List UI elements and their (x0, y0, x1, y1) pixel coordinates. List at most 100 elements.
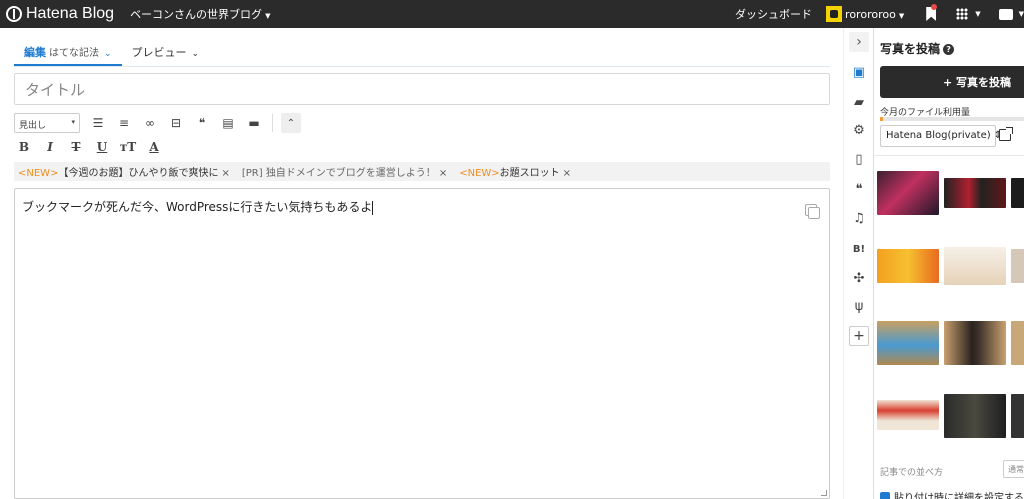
caret-down-icon: ▼ (1018, 10, 1024, 18)
post-photo-button[interactable]: + 写真を投稿 (880, 66, 1024, 98)
hatena-blog-logo[interactable]: Hatena Blog (6, 5, 114, 23)
caret-down-icon: ▼ (265, 12, 271, 20)
pinwheel-icon[interactable]: ✣ (849, 268, 869, 288)
photo-thumbnail[interactable] (1011, 178, 1024, 208)
sort-button[interactable]: 通常 (1003, 460, 1024, 478)
username-menu[interactable]: rorororoo ▼ (845, 8, 904, 21)
hatena-logo-icon (6, 6, 22, 22)
notice-tag: [PR] (241, 168, 263, 179)
photo-thumbnail[interactable] (877, 171, 939, 215)
collapse-toolbar-button[interactable]: ⌃ (281, 113, 301, 133)
photo-thumbnail[interactable] (1011, 249, 1024, 283)
panel-title-text: 写真を投稿 (880, 42, 941, 56)
notification-icon[interactable] (998, 8, 1013, 20)
blog-name-label: ベーコンさんの世界ブログ (130, 8, 263, 21)
close-icon[interactable]: × (439, 168, 447, 179)
notice-item[interactable]: <NEW>お題スロット × (459, 164, 571, 179)
body-textarea[interactable]: ブックマークが死んだ今、WordPressに行きたい気持ちもあるよ (14, 188, 830, 499)
toolbar-divider (272, 114, 273, 132)
photo-thumbnail[interactable] (944, 178, 1006, 208)
tab-underline (14, 66, 830, 67)
font-color-icon[interactable]: A (144, 138, 164, 156)
text-cursor (372, 200, 374, 215)
tab-edit-label: 編集 (24, 46, 46, 59)
blog-name-menu[interactable]: ベーコンさんの世界ブログ ▼ (130, 6, 270, 22)
photo-icon[interactable]: ▣ (849, 62, 869, 82)
detail-checkbox-row[interactable]: 貼り付け時に詳細を設定する (880, 489, 1024, 499)
tab-edit[interactable]: 編集 はてな記法 ⌄ (14, 36, 122, 66)
document-icon[interactable]: ▯ (849, 149, 869, 169)
heading-select[interactable]: 見出し (14, 113, 80, 133)
photo-thumbnail[interactable] (1011, 321, 1024, 365)
photo-panel: 写真を投稿? + 写真を投稿 今月のファイル利用量 Hatena Blog(pr… (873, 28, 1024, 499)
avatar[interactable] (826, 6, 843, 22)
photo-thumbnail[interactable] (1011, 394, 1024, 438)
apps-grid-icon[interactable] (956, 8, 969, 20)
close-icon[interactable]: × (563, 168, 571, 179)
notice-item[interactable]: <NEW>【今週のお題】ひんやり飯で爽快に × (18, 164, 230, 179)
hatena-bookmark-icon[interactable]: B! (849, 239, 869, 259)
plus-icon[interactable]: + (849, 326, 869, 346)
strikethrough-icon[interactable]: T (66, 138, 86, 156)
external-link-icon[interactable] (999, 127, 1013, 141)
photo-thumbnail[interactable] (877, 400, 939, 430)
folder-icon[interactable]: ▰ (849, 92, 869, 112)
notice-bar: <NEW>【今週のお題】ひんやり飯で爽快に × [PR] 独自ドメインでブログを運… (14, 162, 830, 181)
italic-icon[interactable]: I (40, 138, 60, 156)
more-icon[interactable]: ▬ (244, 114, 264, 132)
usage-fill (880, 117, 883, 121)
body-text: ブックマークが死んだ今、WordPressに行きたい気持ちもあるよ (22, 200, 373, 214)
photo-thumbnail[interactable] (944, 247, 1006, 285)
collapse-chevron-icon[interactable]: › (849, 32, 869, 52)
dashboard-link[interactable]: ダッシュボード (735, 6, 812, 22)
cutlery-icon[interactable]: ψ (849, 296, 869, 316)
photo-thumbnail[interactable] (944, 321, 1006, 365)
tab-preview-label: プレビュー (131, 46, 187, 59)
caret-down-icon: ▼ (975, 10, 981, 18)
notice-item[interactable]: [PR] 独自ドメインでブログを運営しよう！ × (242, 164, 447, 179)
blog-select[interactable]: Hatena Blog(private) ⇕ (880, 125, 1002, 147)
notice-text: お題スロット (499, 168, 560, 179)
quote-icon[interactable]: ❝ (849, 179, 869, 199)
twitter-icon[interactable]: ♫ (849, 208, 869, 228)
photo-thumbnail[interactable] (877, 249, 939, 283)
editor-area: 編集はてな記法 ⌄ プレビュー ⌄ タイトル 見出し ☰ ≡ ∞ ⊟ ❝ ▤ ▬ ⌃… (0, 28, 843, 499)
notice-text: 独自ドメインでブログを運営しよう！ (265, 168, 436, 179)
text-style-toolbar: B I T U тT A (14, 136, 170, 158)
bullet-list-icon[interactable]: ☰ (88, 114, 108, 132)
title-input[interactable]: タイトル (14, 73, 830, 105)
chevron-down-icon: ⌄ (104, 49, 112, 59)
numbered-list-icon[interactable]: ≡ (114, 114, 134, 132)
copy-icon[interactable] (805, 204, 820, 219)
quote-icon[interactable]: ❝ (192, 114, 212, 132)
checkbox[interactable] (880, 491, 890, 499)
format-toolbar: 見出し ☰ ≡ ∞ ⊟ ❝ ▤ ▬ ⌃ (14, 112, 830, 134)
photo-thumbnail[interactable] (944, 394, 1006, 438)
notice-tag: <NEW> (459, 168, 500, 179)
sort-label: 記事での並べ方 (880, 468, 944, 478)
tab-edit-sub: はてな記法 (49, 48, 99, 59)
panel-divider (874, 155, 1024, 156)
help-icon[interactable]: ? (943, 44, 955, 55)
photo-thumbnail[interactable] (877, 321, 939, 365)
detail-checkbox-label: 貼り付け時に詳細を設定する (894, 493, 1024, 499)
resize-handle[interactable] (821, 490, 827, 496)
notification-badge (931, 4, 937, 10)
panel-title: 写真を投稿? (880, 40, 955, 57)
caret-down-icon: ▼ (898, 11, 905, 20)
notice-text: 【今週のお題】ひんやり飯で爽快に (58, 168, 219, 179)
sidebar-iconbar: › ▣ ▰ ⚙ ▯ ❝ ♫ B! ✣ ψ + (843, 28, 873, 499)
usage-bar (880, 117, 1024, 121)
username-label: rorororoo (845, 7, 896, 21)
editor-tabs: 編集 はてな記法 ⌄ プレビュー ⌄ (14, 36, 209, 66)
gear-icon[interactable]: ⚙ (849, 120, 869, 140)
font-size-icon[interactable]: тT (118, 138, 138, 156)
underline-icon[interactable]: U (92, 138, 112, 156)
horizontal-rule-icon[interactable]: ⊟ (166, 114, 186, 132)
table-icon[interactable]: ▤ (218, 114, 238, 132)
tab-preview[interactable]: プレビュー ⌄ (122, 36, 210, 66)
logo-text: Hatena Blog (26, 5, 115, 22)
link-icon[interactable]: ∞ (140, 114, 160, 132)
close-icon[interactable]: × (221, 168, 229, 179)
bold-icon[interactable]: B (14, 138, 34, 156)
